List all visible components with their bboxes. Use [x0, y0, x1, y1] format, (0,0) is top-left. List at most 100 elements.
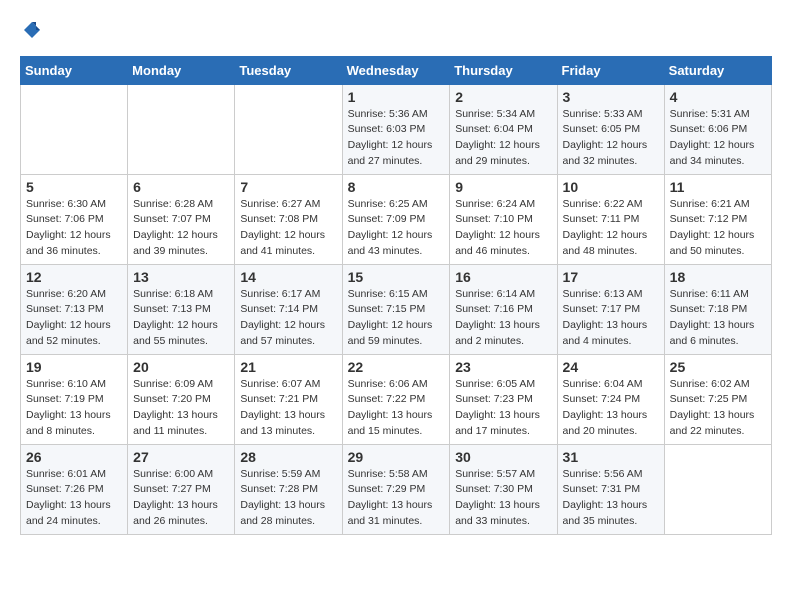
calendar-cell: 25 Sunrise: 6:02 AM Sunset: 7:25 PM Dayli…	[664, 354, 771, 444]
page-header	[20, 20, 772, 46]
day-info: Sunrise: 5:36 AM Sunset: 6:03 PM Dayligh…	[348, 107, 445, 170]
calendar-cell: 28 Sunrise: 5:59 AM Sunset: 7:28 PM Dayli…	[235, 444, 342, 534]
day-info: Sunrise: 5:34 AM Sunset: 6:04 PM Dayligh…	[455, 107, 551, 170]
day-info: Sunrise: 6:21 AM Sunset: 7:12 PM Dayligh…	[670, 197, 766, 260]
day-number: 15	[348, 269, 445, 285]
day-info: Sunrise: 6:18 AM Sunset: 7:13 PM Dayligh…	[133, 287, 229, 350]
day-info: Sunrise: 5:57 AM Sunset: 7:30 PM Dayligh…	[455, 467, 551, 530]
calendar-cell: 8Sunrise: 6:25 AM Sunset: 7:09 PM Daylig…	[342, 174, 450, 264]
day-number: 23	[455, 359, 551, 375]
day-number: 31	[563, 449, 659, 465]
day-number: 9	[455, 179, 551, 195]
calendar-cell: 2 Sunrise: 5:34 AM Sunset: 6:04 PM Daylig…	[450, 84, 557, 174]
calendar-cell: 21 Sunrise: 6:07 AM Sunset: 7:21 PM Dayli…	[235, 354, 342, 444]
day-number: 25	[670, 359, 766, 375]
calendar-cell: 24 Sunrise: 6:04 AM Sunset: 7:24 PM Dayli…	[557, 354, 664, 444]
weekday-header: Tuesday	[235, 56, 342, 84]
calendar-cell: 29 Sunrise: 5:58 AM Sunset: 7:29 PM Dayli…	[342, 444, 450, 534]
day-info: Sunrise: 6:27 AM Sunset: 7:08 PM Dayligh…	[240, 197, 336, 260]
calendar-week-row: 26 Sunrise: 6:01 AM Sunset: 7:26 PM Dayli…	[21, 444, 772, 534]
day-info: Sunrise: 6:01 AM Sunset: 7:26 PM Dayligh…	[26, 467, 122, 530]
calendar-cell: 31 Sunrise: 5:56 AM Sunset: 7:31 PM Dayli…	[557, 444, 664, 534]
day-number: 5	[26, 179, 122, 195]
calendar-cell	[128, 84, 235, 174]
calendar-cell: 23 Sunrise: 6:05 AM Sunset: 7:23 PM Dayli…	[450, 354, 557, 444]
calendar-cell: 22 Sunrise: 6:06 AM Sunset: 7:22 PM Dayli…	[342, 354, 450, 444]
calendar-cell: 12 Sunrise: 6:20 AM Sunset: 7:13 PM Dayli…	[21, 264, 128, 354]
day-info: Sunrise: 6:02 AM Sunset: 7:25 PM Dayligh…	[670, 377, 766, 440]
calendar-cell: 3 Sunrise: 5:33 AM Sunset: 6:05 PM Daylig…	[557, 84, 664, 174]
logo	[20, 20, 42, 46]
calendar-cell: 15 Sunrise: 6:15 AM Sunset: 7:15 PM Dayli…	[342, 264, 450, 354]
calendar-cell: 11 Sunrise: 6:21 AM Sunset: 7:12 PM Dayli…	[664, 174, 771, 264]
calendar-cell: 17 Sunrise: 6:13 AM Sunset: 7:17 PM Dayli…	[557, 264, 664, 354]
day-info: Sunrise: 6:14 AM Sunset: 7:16 PM Dayligh…	[455, 287, 551, 350]
day-info: Sunrise: 6:22 AM Sunset: 7:11 PM Dayligh…	[563, 197, 659, 260]
day-info: Sunrise: 6:13 AM Sunset: 7:17 PM Dayligh…	[563, 287, 659, 350]
calendar-cell: 26 Sunrise: 6:01 AM Sunset: 7:26 PM Dayli…	[21, 444, 128, 534]
day-number: 12	[26, 269, 122, 285]
weekday-header: Saturday	[664, 56, 771, 84]
day-number: 13	[133, 269, 229, 285]
day-info: Sunrise: 6:09 AM Sunset: 7:20 PM Dayligh…	[133, 377, 229, 440]
calendar-week-row: 19 Sunrise: 6:10 AM Sunset: 7:19 PM Dayli…	[21, 354, 772, 444]
calendar-cell: 20 Sunrise: 6:09 AM Sunset: 7:20 PM Dayli…	[128, 354, 235, 444]
day-info: Sunrise: 6:05 AM Sunset: 7:23 PM Dayligh…	[455, 377, 551, 440]
day-info: Sunrise: 6:15 AM Sunset: 7:15 PM Dayligh…	[348, 287, 445, 350]
day-info: Sunrise: 6:28 AM Sunset: 7:07 PM Dayligh…	[133, 197, 229, 260]
day-info: Sunrise: 6:07 AM Sunset: 7:21 PM Dayligh…	[240, 377, 336, 440]
day-info: Sunrise: 6:04 AM Sunset: 7:24 PM Dayligh…	[563, 377, 659, 440]
weekday-header: Friday	[557, 56, 664, 84]
day-number: 28	[240, 449, 336, 465]
weekday-header: Sunday	[21, 56, 128, 84]
day-info: Sunrise: 5:56 AM Sunset: 7:31 PM Dayligh…	[563, 467, 659, 530]
calendar-cell: 27Sunrise: 6:00 AM Sunset: 7:27 PM Dayli…	[128, 444, 235, 534]
day-info: Sunrise: 5:59 AM Sunset: 7:28 PM Dayligh…	[240, 467, 336, 530]
day-number: 7	[240, 179, 336, 195]
calendar-cell: 19 Sunrise: 6:10 AM Sunset: 7:19 PM Dayli…	[21, 354, 128, 444]
calendar-cell: 5 Sunrise: 6:30 AM Sunset: 7:06 PM Daylig…	[21, 174, 128, 264]
day-info: Sunrise: 6:11 AM Sunset: 7:18 PM Dayligh…	[670, 287, 766, 350]
calendar-cell: 9 Sunrise: 6:24 AM Sunset: 7:10 PM Daylig…	[450, 174, 557, 264]
day-number: 16	[455, 269, 551, 285]
day-info: Sunrise: 5:31 AM Sunset: 6:06 PM Dayligh…	[670, 107, 766, 170]
day-info: Sunrise: 6:10 AM Sunset: 7:19 PM Dayligh…	[26, 377, 122, 440]
day-number: 21	[240, 359, 336, 375]
calendar-week-row: 5 Sunrise: 6:30 AM Sunset: 7:06 PM Daylig…	[21, 174, 772, 264]
calendar-cell: 4Sunrise: 5:31 AM Sunset: 6:06 PM Daylig…	[664, 84, 771, 174]
day-info: Sunrise: 5:58 AM Sunset: 7:29 PM Dayligh…	[348, 467, 445, 530]
day-number: 2	[455, 89, 551, 105]
day-info: Sunrise: 6:24 AM Sunset: 7:10 PM Dayligh…	[455, 197, 551, 260]
day-number: 17	[563, 269, 659, 285]
day-number: 22	[348, 359, 445, 375]
day-info: Sunrise: 6:25 AM Sunset: 7:09 PM Dayligh…	[348, 197, 445, 260]
calendar-cell: 16 Sunrise: 6:14 AM Sunset: 7:16 PM Dayli…	[450, 264, 557, 354]
calendar-cell: 13 Sunrise: 6:18 AM Sunset: 7:13 PM Dayli…	[128, 264, 235, 354]
day-info: Sunrise: 6:20 AM Sunset: 7:13 PM Dayligh…	[26, 287, 122, 350]
day-number: 19	[26, 359, 122, 375]
calendar-cell: 6Sunrise: 6:28 AM Sunset: 7:07 PM Daylig…	[128, 174, 235, 264]
weekday-header: Monday	[128, 56, 235, 84]
day-info: Sunrise: 6:30 AM Sunset: 7:06 PM Dayligh…	[26, 197, 122, 260]
day-number: 29	[348, 449, 445, 465]
day-number: 14	[240, 269, 336, 285]
weekday-header: Wednesday	[342, 56, 450, 84]
day-number: 20	[133, 359, 229, 375]
day-info: Sunrise: 5:33 AM Sunset: 6:05 PM Dayligh…	[563, 107, 659, 170]
day-number: 18	[670, 269, 766, 285]
day-number: 26	[26, 449, 122, 465]
day-number: 27	[133, 449, 229, 465]
day-number: 24	[563, 359, 659, 375]
calendar-cell	[235, 84, 342, 174]
calendar-cell: 7 Sunrise: 6:27 AM Sunset: 7:08 PM Daylig…	[235, 174, 342, 264]
day-number: 3	[563, 89, 659, 105]
calendar-cell: 14Sunrise: 6:17 AM Sunset: 7:14 PM Dayli…	[235, 264, 342, 354]
calendar-cell	[21, 84, 128, 174]
day-info: Sunrise: 6:06 AM Sunset: 7:22 PM Dayligh…	[348, 377, 445, 440]
calendar-cell	[664, 444, 771, 534]
weekday-header: Thursday	[450, 56, 557, 84]
day-number: 11	[670, 179, 766, 195]
calendar-cell: 18 Sunrise: 6:11 AM Sunset: 7:18 PM Dayli…	[664, 264, 771, 354]
day-number: 1	[348, 89, 445, 105]
calendar-table: SundayMondayTuesdayWednesdayThursdayFrid…	[20, 56, 772, 535]
